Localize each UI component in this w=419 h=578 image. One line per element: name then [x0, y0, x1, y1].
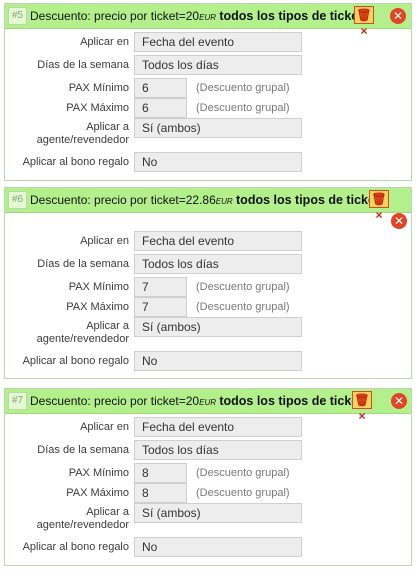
pax-max-field[interactable]: 8 [134, 483, 187, 503]
close-icon[interactable]: ✕ [391, 213, 407, 229]
pax-max-field[interactable]: 7 [134, 297, 187, 317]
discount-header: #6 Descuento: precio por ticket=22.86EUR… [5, 188, 411, 222]
discount-card: #5 Descuento: precio por ticket=20EUR to… [4, 3, 412, 181]
discount-title-bold: todos los tipos de ticket, [236, 193, 383, 207]
pax-max-label: PAX Máximo [66, 301, 129, 313]
bonus-label: Aplicar al bono regalo [22, 355, 129, 367]
discount-number: #7 [8, 392, 27, 410]
discount-title: Descuento: precio por ticket=20EUR todos… [30, 9, 366, 23]
bonus-field[interactable]: No [134, 152, 302, 172]
agent-label: Aplicar a agente/revendedor [36, 121, 129, 146]
close-icon[interactable]: ✕ [391, 393, 407, 409]
agent-field[interactable]: Sí (ambos) [134, 317, 302, 337]
pax-min-hint: (Descuento grupal) [196, 281, 290, 293]
pax-min-label: PAX Mínimo [68, 467, 129, 479]
apply-on-field[interactable]: Fecha del evento [134, 417, 302, 437]
pax-min-label: PAX Mínimo [68, 281, 129, 293]
apply-on-label: Aplicar en [80, 36, 129, 48]
apply-on-label: Aplicar en [80, 235, 129, 247]
bonus-field[interactable]: No [134, 351, 302, 371]
discount-title: Descuento: precio por ticket=22.86EUR to… [30, 193, 383, 207]
trash-icon: 🗑× [354, 393, 370, 423]
agent-field[interactable]: Sí (ambos) [134, 503, 302, 523]
weekdays-field[interactable]: Todos los días [134, 55, 302, 75]
discount-header: #5 Descuento: precio por ticket=20EUR to… [5, 4, 411, 38]
apply-on-label: Aplicar en [80, 421, 129, 433]
currency-label: EUR [199, 398, 216, 407]
currency-label: EUR [215, 197, 233, 206]
discount-title: Descuento: precio por ticket=20EUR todos… [30, 394, 366, 408]
delete-discount-button[interactable]: 🗑× [369, 190, 389, 222]
pax-max-hint: (Descuento grupal) [196, 102, 290, 114]
close-icon[interactable]: ✕ [390, 8, 406, 24]
pax-min-field[interactable]: 6 [134, 78, 187, 98]
weekdays-label: Días de la semana [37, 59, 129, 71]
discount-title-prefix: Descuento: precio por ticket=22.86 [30, 193, 216, 207]
pax-min-field[interactable]: 7 [134, 277, 187, 297]
apply-on-field[interactable]: Fecha del evento [134, 32, 302, 52]
apply-on-field[interactable]: Fecha del evento [134, 231, 302, 251]
pax-min-hint: (Descuento grupal) [196, 467, 290, 479]
pax-max-field[interactable]: 6 [134, 98, 187, 118]
bonus-label: Aplicar al bono regalo [22, 156, 129, 168]
pax-max-label: PAX Máximo [66, 102, 129, 114]
discount-title-prefix: Descuento: precio por ticket=20 [30, 9, 200, 23]
pax-min-hint: (Descuento grupal) [196, 82, 290, 94]
weekdays-label: Días de la semana [37, 258, 129, 270]
bonus-label: Aplicar al bono regalo [22, 541, 129, 553]
delete-discount-button[interactable]: 🗑× [352, 391, 372, 423]
weekdays-field[interactable]: Todos los días [134, 254, 302, 274]
agent-field[interactable]: Sí (ambos) [134, 118, 302, 138]
discount-title-bold: todos los tipos de ticket, [219, 394, 366, 408]
agent-label: Aplicar a agente/revendedor [36, 506, 129, 531]
delete-discount-button[interactable]: 🗑× [354, 6, 374, 38]
weekdays-label: Días de la semana [37, 444, 129, 456]
pax-min-field[interactable]: 8 [134, 463, 187, 483]
discount-title-bold: todos los tipos de ticket, [219, 9, 366, 23]
discount-header: #7 Descuento: precio por ticket=20EUR to… [5, 389, 411, 423]
discount-title-prefix: Descuento: precio por ticket=20 [30, 394, 200, 408]
discount-card: #7 Descuento: precio por ticket=20EUR to… [4, 388, 412, 566]
pax-max-hint: (Descuento grupal) [196, 301, 290, 313]
trash-icon: 🗑× [356, 8, 372, 38]
discount-number: #5 [8, 7, 27, 25]
trash-icon: 🗑× [371, 192, 387, 222]
currency-label: EUR [199, 13, 216, 22]
agent-label: Aplicar a agente/revendedor [36, 320, 129, 345]
pax-min-label: PAX Mínimo [68, 82, 129, 94]
discount-card: #6 Descuento: precio por ticket=22.86EUR… [4, 187, 412, 379]
pax-max-hint: (Descuento grupal) [196, 487, 290, 499]
discount-number: #6 [8, 191, 27, 209]
pax-max-label: PAX Máximo [66, 487, 129, 499]
bonus-field[interactable]: No [134, 537, 302, 557]
weekdays-field[interactable]: Todos los días [134, 440, 302, 460]
